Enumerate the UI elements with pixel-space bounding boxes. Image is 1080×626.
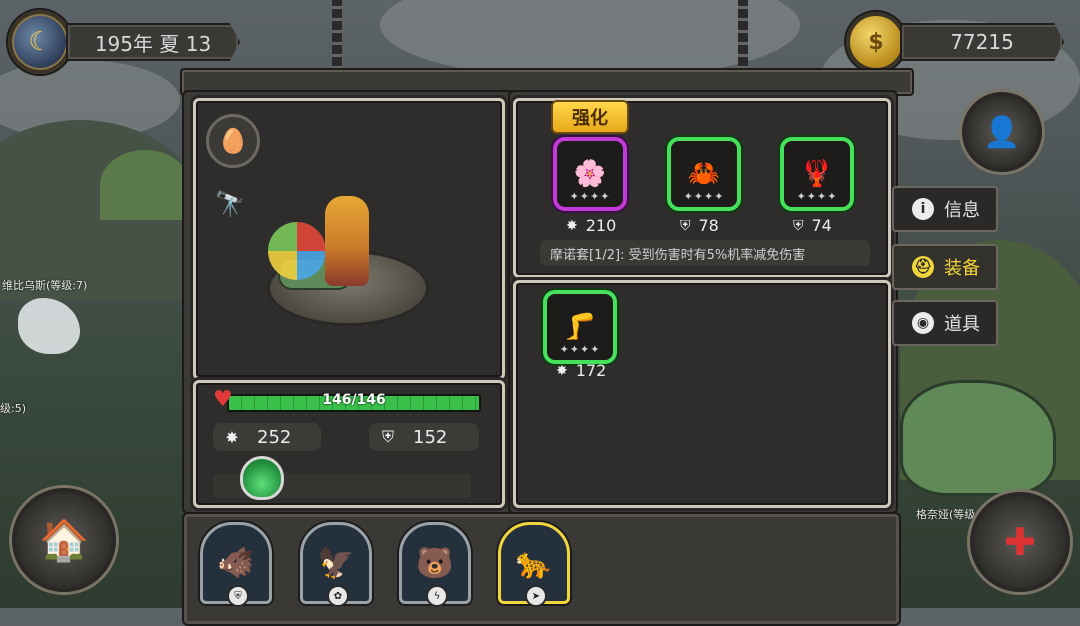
equip-slot-2-stat: ⛨ 78 (680, 216, 719, 235)
boar-portrait[interactable]: 🐗 ⛨ (200, 522, 272, 607)
egg-icon[interactable]: 🥚 (206, 114, 260, 168)
set-bonus-description: 摩诺套[1/2]: 受到伤害时有5%机率减免伤害 (540, 240, 870, 266)
equip-slot-3[interactable]: 🦞 ✦✦✦✦ (780, 137, 854, 211)
polar-bear-portrait[interactable]: 🐻 ϟ (399, 522, 471, 607)
knight-helmet-icon: ✚ (1004, 520, 1036, 564)
chain (332, 0, 342, 70)
moon-sun-icon: ☾ (8, 10, 72, 74)
tree (100, 150, 190, 220)
hooded-figure-icon: 👤 (983, 114, 1021, 150)
gold-display: $ 77215 (846, 12, 1064, 72)
leopard-portrait[interactable]: 🐆 ➤ (498, 522, 570, 607)
npc-name-label: 格奈娅(等级 (916, 508, 976, 521)
attack-stat: ✸ 252 (213, 423, 321, 451)
stat-value: 172 (575, 361, 607, 380)
npc-dragon-sprite[interactable] (18, 298, 80, 354)
attack-icon: ✸ (566, 217, 578, 234)
shield-icon: ⛨ (381, 427, 394, 446)
house-icon: 🏠 (39, 517, 89, 564)
tab-label: 道具 (944, 314, 980, 335)
tab-items[interactable]: ◉ 道具 (892, 300, 998, 346)
helmet-icon: ⛑ (912, 256, 934, 278)
shield-icon: ⛨ (680, 217, 691, 234)
star-rating: ✦✦✦✦ (569, 190, 611, 203)
date-display: ☾ 195年 夏 13 (8, 10, 240, 74)
paw-badge-icon: ✿ (327, 585, 349, 607)
hp-bar: ♥ 146/146 (213, 389, 481, 412)
defense-value: 152 (413, 426, 448, 448)
equip-slot-3-stat: ⛨ 74 (793, 216, 832, 235)
tab-equipment[interactable]: ⛑ 装备 (892, 244, 998, 290)
tab-label: 信息 (944, 200, 980, 221)
stat-value: 210 (585, 216, 617, 235)
star-rating: ✦✦✦✦ (796, 190, 838, 203)
shield-badge-icon: ⛨ (227, 585, 249, 607)
npc-name-label: 级:5) (0, 402, 26, 415)
npc-dinosaur-sprite[interactable] (900, 380, 1056, 496)
coin-icon: $ (846, 12, 906, 72)
inventory-item-1[interactable]: 🦵 ✦✦✦✦ (543, 290, 617, 364)
enhance-button[interactable]: 强化 (551, 100, 629, 134)
character-avatar-button[interactable]: 👤 (962, 92, 1042, 172)
hero-sprite[interactable] (325, 196, 369, 286)
lightning-badge-icon: ϟ (426, 585, 448, 607)
eagle-portrait[interactable]: 🦅 ✿ (300, 522, 372, 607)
potion-icon[interactable] (240, 456, 284, 500)
equip-slot-1[interactable]: 🌸 ✦✦✦✦ (553, 137, 627, 211)
telescope-map-icon[interactable]: 🔭 (206, 180, 254, 228)
equip-slot-1-stat: ✸ 210 (566, 216, 616, 235)
tab-label: 装备 (944, 258, 980, 279)
attack-icon: ✸ (225, 427, 239, 447)
equip-slot-2[interactable]: 🦀 ✦✦✦✦ (667, 137, 741, 211)
gold-amount: 77215 (900, 23, 1064, 61)
chain (738, 0, 748, 70)
arrow-badge-icon: ➤ (525, 585, 547, 607)
info-icon: i (912, 198, 934, 220)
defense-stat: ⛨ 152 (369, 423, 479, 451)
star-rating: ✦✦✦✦ (683, 190, 725, 203)
hp-value: 146/146 (322, 392, 386, 408)
battle-button[interactable]: ✚ (970, 492, 1070, 592)
tab-info[interactable]: i 信息 (892, 186, 998, 232)
attack-icon: ✸ (556, 362, 568, 379)
shield-icon: ⛨ (793, 217, 804, 234)
bag-icon: ◉ (912, 312, 934, 334)
home-button[interactable]: 🏠 (12, 488, 116, 592)
pet-flower-sprite (268, 222, 326, 280)
stat-value: 78 (698, 216, 719, 235)
inventory-item-1-stat: ✸ 172 (556, 361, 606, 380)
star-rating: ✦✦✦✦ (559, 343, 601, 356)
date-text: 195年 夏 13 (66, 23, 240, 61)
npc-name-label: 维比乌斯(等级:7) (2, 279, 88, 292)
attack-value: 252 (257, 426, 292, 448)
stat-value: 74 (811, 216, 832, 235)
